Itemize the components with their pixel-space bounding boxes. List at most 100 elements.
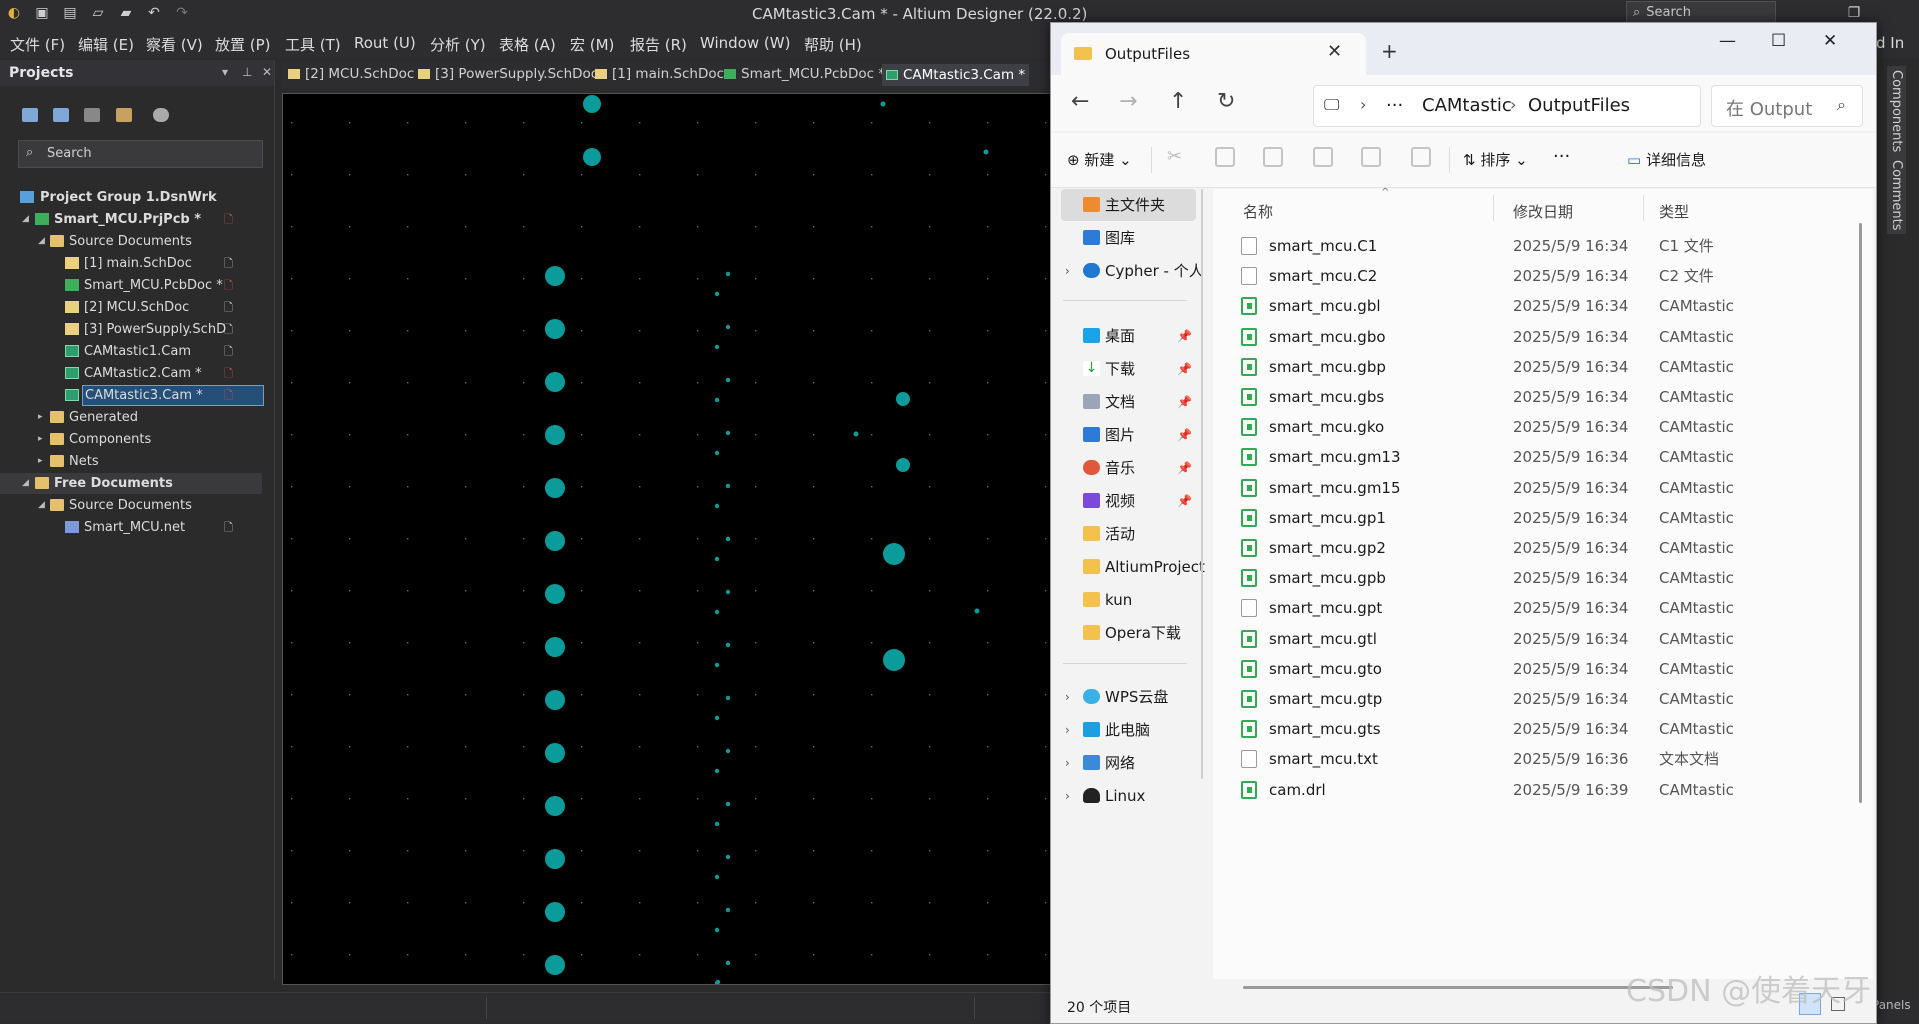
tree-item-free-documents[interactable]: ◢ Free Documents: [0, 473, 262, 494]
nav-item-kun[interactable]: kun: [1061, 584, 1196, 616]
tree-item-source-documents[interactable]: ◢ Source Documents: [0, 495, 262, 516]
file-row[interactable]: smart_mcu.gbs 2025/5/9 16:34 CAMtastic: [1213, 382, 1873, 412]
column-header-name[interactable]: 名称: [1243, 201, 1273, 222]
tree-item-project-group[interactable]: Project Group 1.DsnWrk: [0, 187, 262, 208]
forward-icon[interactable]: →: [1119, 89, 1137, 114]
open-icon[interactable]: ▱: [90, 5, 106, 21]
menu-overflow[interactable]: d In: [1876, 34, 1904, 52]
collapse-icon[interactable]: ◢: [22, 209, 29, 230]
menu-window[interactable]: Window (W): [700, 34, 790, 52]
cam-canvas[interactable]: [282, 93, 1061, 985]
compile-icon[interactable]: [53, 108, 69, 122]
column-divider[interactable]: [1493, 195, 1494, 221]
column-header-type[interactable]: 类型: [1659, 201, 1689, 222]
sort-button[interactable]: ⇅ 排序 ⌄: [1463, 149, 1528, 170]
pin-icon[interactable]: 📌: [1177, 452, 1192, 484]
tree-item-document[interactable]: CAMtastic2.Cam * 🗋: [0, 363, 262, 384]
tree-item-document[interactable]: Smart_MCU.PcbDoc * 🗋: [0, 275, 262, 296]
new-tab-icon[interactable]: +: [1381, 39, 1398, 63]
file-row[interactable]: smart_mcu.gto 2025/5/9 16:34 CAMtastic: [1213, 654, 1873, 684]
tree-item-document[interactable]: [2] MCU.SchDoc 🗋: [0, 297, 262, 318]
menu-help[interactable]: 帮助 (H): [804, 34, 862, 55]
nav-item-pictures[interactable]: 图片 📌: [1061, 419, 1196, 451]
tree-item-document[interactable]: Smart_MCU.net 🗋: [0, 517, 262, 538]
nav-item-gallery[interactable]: 图库: [1061, 222, 1196, 254]
pin-icon[interactable]: 📌: [1177, 353, 1192, 385]
file-row[interactable]: smart_mcu.gm13 2025/5/9 16:34 CAMtastic: [1213, 442, 1873, 472]
breadcrumb-camtastic[interactable]: CAMtastic: [1422, 95, 1512, 116]
copy-icon[interactable]: [1215, 147, 1235, 167]
file-row[interactable]: smart_mcu.gp1 2025/5/9 16:34 CAMtastic: [1213, 503, 1873, 533]
pin-icon[interactable]: 📌: [1177, 419, 1192, 451]
redo-icon[interactable]: ↷: [174, 5, 190, 21]
expand-icon[interactable]: ▸: [38, 451, 43, 472]
nav-item-wps[interactable]: › WPS云盘: [1061, 681, 1196, 713]
nav-item-videos[interactable]: 视频 📌: [1061, 485, 1196, 517]
nav-item-this-pc[interactable]: › 此电脑: [1061, 714, 1196, 746]
address-bar[interactable]: 🖵 › ··· CAMtastic › OutputFiles: [1313, 85, 1701, 127]
menu-route[interactable]: Rout (U): [354, 34, 416, 52]
menu-macro[interactable]: 宏 (M): [570, 34, 614, 55]
side-tab-components[interactable]: Components: [1887, 66, 1906, 157]
file-row[interactable]: smart_mcu.gtp 2025/5/9 16:34 CAMtastic: [1213, 684, 1873, 714]
menu-table[interactable]: 表格 (A): [499, 34, 556, 55]
close-project-icon[interactable]: [84, 108, 100, 122]
tab-main-schdoc[interactable]: [1] main.SchDoc: [595, 66, 724, 82]
file-row[interactable]: smart_mcu.gbp 2025/5/9 16:34 CAMtastic: [1213, 352, 1873, 382]
save-icon[interactable]: ▣: [34, 5, 50, 21]
file-row[interactable]: smart_mcu.C1 2025/5/9 16:34 C1 文件: [1213, 231, 1873, 261]
breadcrumb-outputfiles[interactable]: OutputFiles: [1528, 95, 1630, 116]
file-row[interactable]: smart_mcu.txt 2025/5/9 16:36 文本文档: [1213, 744, 1873, 774]
tab-powersupply-schdoc[interactable]: [3] PowerSupply.SchDoc: [418, 66, 598, 82]
file-row[interactable]: smart_mcu.C2 2025/5/9 16:34 C2 文件: [1213, 261, 1873, 291]
file-row[interactable]: smart_mcu.gpb 2025/5/9 16:34 CAMtastic: [1213, 563, 1873, 593]
cut-icon[interactable]: ✂: [1167, 146, 1182, 167]
nav-item-network[interactable]: › 网络: [1061, 747, 1196, 779]
chevron-right-icon[interactable]: ›: [1065, 681, 1070, 713]
nav-item-home[interactable]: 主文件夹: [1061, 189, 1196, 221]
pin-icon[interactable]: 📌: [1177, 485, 1192, 517]
delete-icon[interactable]: [1411, 147, 1431, 167]
tree-item-project[interactable]: ◢ Smart_MCU.PrjPcb * 🗋: [0, 209, 262, 230]
nav-item-desktop[interactable]: 桌面 📌: [1061, 320, 1196, 352]
menu-file[interactable]: 文件 (F): [10, 34, 65, 55]
chevron-right-icon[interactable]: ›: [1065, 747, 1070, 779]
explorer-search-input[interactable]: 在 Output ⌕: [1711, 85, 1863, 127]
back-icon[interactable]: ←: [1071, 89, 1089, 114]
undo-icon[interactable]: ↶: [146, 5, 162, 21]
expand-icon[interactable]: ▸: [38, 429, 43, 450]
tree-item-document[interactable]: CAMtastic1.Cam 🗋: [0, 341, 262, 362]
address-overflow[interactable]: ···: [1386, 95, 1403, 116]
column-header-date[interactable]: 修改日期: [1513, 201, 1573, 222]
file-row[interactable]: smart_mcu.gp2 2025/5/9 16:34 CAMtastic: [1213, 533, 1873, 563]
close-icon[interactable]: ✕: [262, 65, 272, 79]
tab-camtastic3[interactable]: CAMtastic3.Cam *: [882, 64, 1030, 86]
more-options-button[interactable]: ···: [1553, 146, 1570, 167]
menu-view[interactable]: 察看 (V): [146, 34, 203, 55]
panel-menu-icon[interactable]: ▾: [222, 65, 228, 79]
gear-icon[interactable]: [153, 108, 169, 122]
tree-item-nets[interactable]: ▸ Nets: [0, 451, 262, 472]
pin-icon[interactable]: 📌: [1177, 320, 1192, 352]
refresh-icon[interactable]: ↻: [1217, 89, 1235, 114]
chevron-right-icon[interactable]: ›: [1065, 255, 1070, 287]
pin-icon[interactable]: ⊥: [242, 65, 252, 79]
expand-icon[interactable]: ▸: [38, 407, 43, 428]
file-row[interactable]: smart_mcu.gbo 2025/5/9 16:34 CAMtastic: [1213, 322, 1873, 352]
nav-item-opera[interactable]: Opera下载: [1061, 617, 1196, 649]
restore-icon[interactable]: ❐: [1846, 5, 1862, 21]
up-icon[interactable]: ↑: [1169, 89, 1187, 114]
pin-icon[interactable]: 📌: [1177, 386, 1192, 418]
panels-button[interactable]: Panels: [1872, 998, 1911, 1012]
tree-item-document-selected[interactable]: CAMtastic3.Cam * 🗋: [0, 385, 264, 406]
side-tab-comments[interactable]: Comments: [1887, 156, 1906, 235]
tree-item-generated[interactable]: ▸ Generated: [0, 407, 262, 428]
menu-analysis[interactable]: 分析 (Y): [430, 34, 486, 55]
collapse-icon[interactable]: ◢: [38, 231, 45, 252]
tree-item-source-documents[interactable]: ◢ Source Documents: [0, 231, 262, 252]
save-all-icon[interactable]: ▤: [62, 5, 78, 21]
close-tab-icon[interactable]: ✕: [1327, 41, 1342, 62]
tree-item-components[interactable]: ▸ Components: [0, 429, 262, 450]
rename-icon[interactable]: [1313, 147, 1333, 167]
nav-item-downloads[interactable]: ↓ 下载 📌: [1061, 353, 1196, 385]
